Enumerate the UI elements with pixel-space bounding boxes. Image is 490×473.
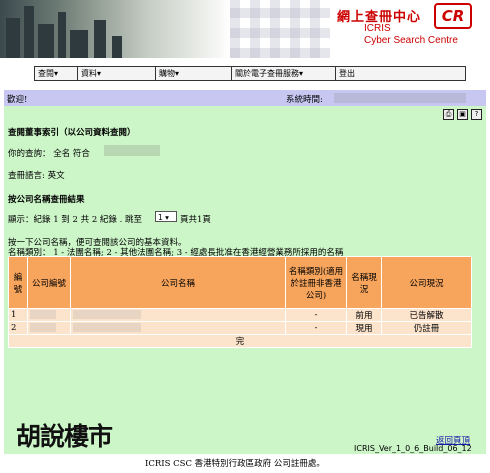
site-banner: 網上查冊中心 CR ICRIS Cyber Search Centre bbox=[0, 0, 490, 60]
decorative-tiles bbox=[230, 0, 330, 58]
row-company-no bbox=[27, 308, 71, 322]
row-no: 2 bbox=[8, 321, 28, 335]
menu-logout[interactable]: 登出 bbox=[336, 67, 465, 80]
table-row: 2 - 現用 仍註冊 bbox=[8, 321, 472, 335]
table-row: 1 - 前用 已告解散 bbox=[8, 308, 472, 322]
page-count-text: 頁共1頁 bbox=[180, 215, 211, 225]
results-table: 編號 公司編號 公司名稱 名稱類別(適用於註冊非香港公司) 名稱現況 公司現況 … bbox=[8, 256, 472, 348]
footer-text: ICRIS CSC 香港特別行政區政府 公司註冊處。 bbox=[145, 459, 325, 469]
row-no: 1 bbox=[8, 308, 28, 322]
col-header-company-no: 公司編號 bbox=[27, 256, 71, 309]
col-header-company-name: 公司名稱 bbox=[70, 256, 286, 309]
results-section-title: 按公司名稱查冊結果 bbox=[8, 195, 85, 205]
skyline-image bbox=[0, 0, 230, 58]
banner-title-icris: ICRIS bbox=[364, 23, 391, 34]
row-company-name-link[interactable] bbox=[70, 308, 286, 322]
watermark-logo: 胡說樓市 bbox=[16, 422, 113, 451]
row-name-status: 前用 bbox=[346, 308, 382, 322]
print-icon[interactable]: ⎙ bbox=[443, 109, 454, 120]
toolbar-icons: ⎙ ▣ ? bbox=[443, 109, 482, 120]
system-time-label: 系統時間: bbox=[286, 95, 323, 105]
menu-shopping[interactable]: 購物▾ bbox=[156, 67, 232, 80]
query-value bbox=[104, 145, 160, 156]
row-category: - bbox=[285, 321, 347, 335]
col-header-no: 編號 bbox=[8, 256, 28, 309]
welcome-text: 歡迎! bbox=[7, 95, 28, 105]
banner-title-en: Cyber Search Centre bbox=[364, 35, 458, 46]
menu-info[interactable]: 資料▾ bbox=[78, 67, 156, 80]
row-company-status: 已告解散 bbox=[381, 308, 472, 322]
chevron-down-icon: ▾ bbox=[165, 213, 169, 222]
row-name-status: 現用 bbox=[346, 321, 382, 335]
row-company-status: 仍註冊 bbox=[381, 321, 472, 335]
page-select[interactable]: 1 ▾ bbox=[155, 211, 177, 222]
table-end-row: 完 bbox=[8, 334, 472, 348]
col-header-name-status: 名稱現況 bbox=[346, 256, 382, 309]
table-header-row: 編號 公司編號 公司名稱 名稱類別(適用於註冊非香港公司) 名稱現況 公司現況 bbox=[8, 256, 472, 309]
row-company-name-link[interactable] bbox=[70, 321, 286, 335]
menu-search[interactable]: 查閱▾ bbox=[35, 67, 78, 80]
cr-logo: CR bbox=[434, 3, 472, 29]
page-title: 查閱董事索引（以公司資料查閱） bbox=[8, 128, 136, 138]
menu-about[interactable]: 關於電子查冊服務▾ bbox=[232, 67, 336, 80]
version-text: ICRIS_Ver_1_0_6_Build_06_12 bbox=[354, 444, 472, 453]
main-menu: 查閱▾ 資料▾ 購物▾ 關於電子查冊服務▾ 登出 bbox=[34, 66, 466, 81]
query-label: 你的查詢： 全名 符合 bbox=[8, 149, 90, 159]
help-icon[interactable]: ? bbox=[471, 109, 482, 120]
row-category: - bbox=[285, 308, 347, 322]
header-bar: 歡迎! 系統時間: bbox=[4, 90, 486, 106]
page-select-value: 1 bbox=[158, 213, 163, 222]
table-end-label: 完 bbox=[8, 334, 472, 348]
search-language: 查冊語言: 英文 bbox=[8, 171, 65, 181]
record-display-text: 顯示：紀錄 1 到 2 共 2 紀錄 . 跳至 bbox=[8, 215, 143, 225]
col-header-company-status: 公司現況 bbox=[381, 256, 472, 309]
save-icon[interactable]: ▣ bbox=[457, 109, 468, 120]
row-company-no bbox=[27, 321, 71, 335]
main-content: ⎙ ▣ ? 查閱董事索引（以公司資料查閱） 你的查詢： 全名 符合 查冊語言: … bbox=[4, 106, 486, 454]
system-time-value bbox=[334, 93, 466, 103]
col-header-name-category: 名稱類別(適用於註冊非香港公司) bbox=[285, 256, 347, 309]
